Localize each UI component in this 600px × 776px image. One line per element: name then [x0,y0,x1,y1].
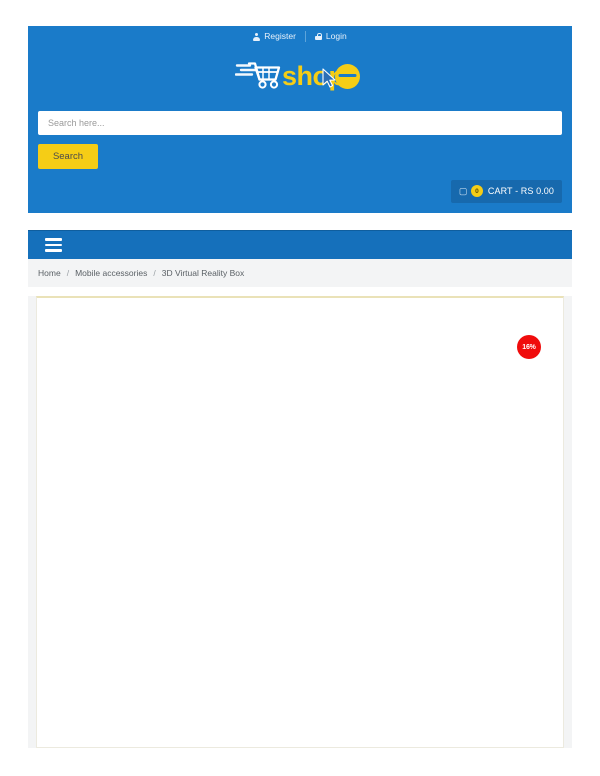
shopping-cart-icon: shop e [235,61,360,91]
breadcrumb: Home / Mobile accessories / 3D Virtual R… [28,259,572,287]
breadcrumb-item-category[interactable]: Mobile accessories [75,268,147,278]
main-navbar [28,230,572,259]
breadcrumb-item-home[interactable]: Home [38,268,61,278]
login-label: Login [325,31,347,42]
page-root: Register Login shop Search here... Searc… [0,0,600,776]
login-link[interactable]: Login [306,32,356,41]
cart-widget[interactable]: ▢ 0 CART - RS 0.00 [450,179,562,203]
hamburger-line [44,243,62,247]
product-detail-card: 16% [36,296,564,748]
discount-badge: 16% [517,335,541,359]
register-link[interactable]: Register [244,32,305,41]
cart-total-label: CART - RS 0.00 [487,186,554,196]
site-logo[interactable]: shop e [235,55,365,95]
hamburger-menu-icon[interactable] [38,231,68,260]
cart-section: ▢ 0 CART - RS 0.00 [28,169,572,213]
logo-container: shop e [28,47,572,103]
register-label: Register [264,31,296,42]
search-section: Search [28,103,572,169]
lock-icon [315,32,323,41]
page-gutter-left [28,296,36,748]
hamburger-line [44,238,62,241]
cart-count-badge: 0 [470,185,483,197]
breadcrumb-separator: / [153,268,156,278]
user-icon [253,32,261,41]
breadcrumb-item-current: 3D Virtual Reality Box [161,268,245,278]
site-header: Register Login shop Search here... Searc… [28,26,572,213]
search-input[interactable] [38,111,562,135]
breadcrumb-separator: / [66,268,70,278]
page-gutter-right [564,296,572,748]
cart-icon: ▢ [458,185,468,196]
utility-topbar: Register Login [28,26,572,47]
search-button[interactable]: Search [38,144,98,169]
hamburger-line [44,249,62,252]
